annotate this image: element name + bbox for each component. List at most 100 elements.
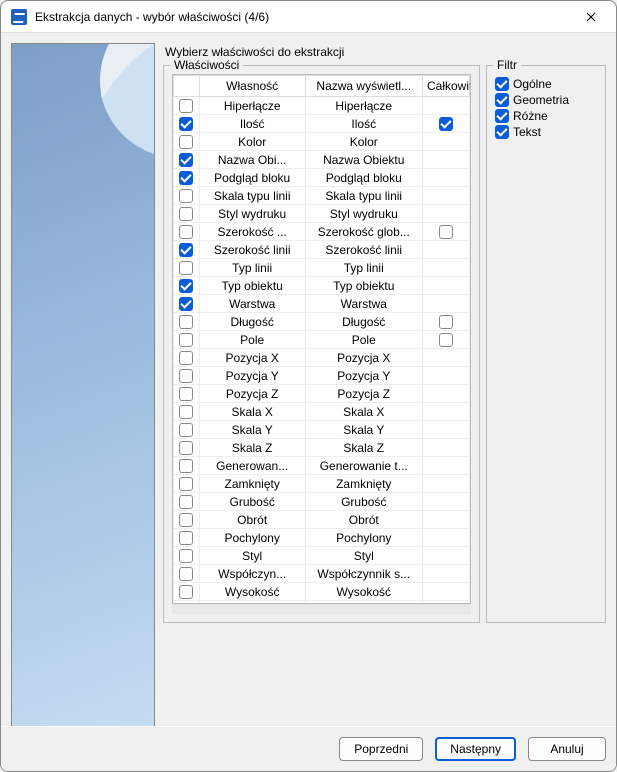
row-checkbox[interactable] xyxy=(179,513,193,527)
table-row[interactable]: Skala ZSkala Z xyxy=(174,439,470,457)
col-display[interactable]: Nazwa wyświetl... xyxy=(305,76,422,97)
row-checkbox[interactable] xyxy=(179,567,193,581)
table-row[interactable]: Skala YSkala Y xyxy=(174,421,470,439)
row-checkbox[interactable] xyxy=(179,423,193,437)
row-checkbox[interactable] xyxy=(179,153,193,167)
cell-display[interactable]: Długość xyxy=(305,313,422,331)
cell-display[interactable]: Szerokość glob... xyxy=(305,223,422,241)
row-checkbox[interactable] xyxy=(179,495,193,509)
table-row[interactable]: Skala XSkala X xyxy=(174,403,470,421)
table-row[interactable]: ObrótObrót xyxy=(174,511,470,529)
row-checkbox[interactable] xyxy=(179,207,193,221)
table-row[interactable]: Styl wydrukuStyl wydruku xyxy=(174,205,470,223)
col-checkbox[interactable] xyxy=(174,76,200,97)
row-checkbox[interactable] xyxy=(179,99,193,113)
row-checkbox[interactable] xyxy=(179,351,193,365)
horizontal-scrollbar[interactable] xyxy=(172,604,471,614)
table-row[interactable]: Typ liniiTyp linii xyxy=(174,259,470,277)
close-button[interactable] xyxy=(576,2,606,32)
cell-display[interactable]: Typ linii xyxy=(305,259,422,277)
table-row[interactable]: HiperłączeHiperłącze xyxy=(174,97,470,115)
table-row[interactable]: StylStyl xyxy=(174,547,470,565)
col-total[interactable]: Całkowity xyxy=(422,76,469,97)
cell-display[interactable]: Warstwa xyxy=(305,295,422,313)
cell-display[interactable]: Hiperłącze xyxy=(305,97,422,115)
row-checkbox[interactable] xyxy=(179,585,193,599)
row-checkbox[interactable] xyxy=(179,477,193,491)
table-row[interactable]: Współczyn...Współczynnik s... xyxy=(174,565,470,583)
row-checkbox[interactable] xyxy=(179,297,193,311)
cell-display[interactable]: Obrót xyxy=(305,511,422,529)
row-checkbox[interactable] xyxy=(179,459,193,473)
properties-table-wrap[interactable]: Własność Nazwa wyświetl... Całkowity Hip… xyxy=(172,74,471,604)
cell-display[interactable]: Pochylony xyxy=(305,529,422,547)
table-row[interactable]: PochylonyPochylony xyxy=(174,529,470,547)
cell-display[interactable]: Ilość xyxy=(305,115,422,133)
table-row[interactable]: Generowan...Generowanie t... xyxy=(174,457,470,475)
prev-button[interactable]: Poprzedni xyxy=(339,737,423,761)
filter-checkbox[interactable] xyxy=(495,93,509,107)
table-row[interactable]: Szerokość ...Szerokość glob... xyxy=(174,223,470,241)
row-checkbox[interactable] xyxy=(179,135,193,149)
cell-display[interactable]: Nazwa Obiektu xyxy=(305,151,422,169)
cell-display[interactable]: Styl xyxy=(305,547,422,565)
cell-display[interactable]: Generowanie t... xyxy=(305,457,422,475)
row-checkbox[interactable] xyxy=(179,333,193,347)
cell-display[interactable]: Podgląd bloku xyxy=(305,169,422,187)
table-row[interactable]: Pozycja YPozycja Y xyxy=(174,367,470,385)
row-checkbox[interactable] xyxy=(179,189,193,203)
filter-checkbox[interactable] xyxy=(495,125,509,139)
cell-display[interactable]: Zamknięty xyxy=(305,475,422,493)
cell-display[interactable]: Szerokość linii xyxy=(305,241,422,259)
table-row[interactable]: Podgląd blokuPodgląd bloku xyxy=(174,169,470,187)
table-row[interactable]: PolePole xyxy=(174,331,470,349)
table-row[interactable]: DługośćDługość xyxy=(174,313,470,331)
table-row[interactable]: ZamkniętyZamknięty xyxy=(174,475,470,493)
table-row[interactable]: Szerokość liniiSzerokość linii xyxy=(174,241,470,259)
total-checkbox[interactable] xyxy=(439,225,453,239)
table-row[interactable]: KolorKolor xyxy=(174,133,470,151)
total-checkbox[interactable] xyxy=(439,315,453,329)
table-row[interactable]: Skala typu liniiSkala typu linii xyxy=(174,187,470,205)
cell-display[interactable]: Wysokość xyxy=(305,583,422,601)
col-property[interactable]: Własność xyxy=(199,76,305,97)
row-checkbox[interactable] xyxy=(179,369,193,383)
filter-item[interactable]: Geometria xyxy=(495,92,597,108)
table-row[interactable]: WysokośćWysokość xyxy=(174,583,470,601)
row-checkbox[interactable] xyxy=(179,243,193,257)
row-checkbox[interactable] xyxy=(179,549,193,563)
cell-display[interactable]: Skala Y xyxy=(305,421,422,439)
cell-display[interactable]: Pozycja Z xyxy=(305,385,422,403)
row-checkbox[interactable] xyxy=(179,225,193,239)
filter-item[interactable]: Różne xyxy=(495,108,597,124)
row-checkbox[interactable] xyxy=(179,117,193,131)
table-row[interactable]: Nazwa Obi...Nazwa Obiektu xyxy=(174,151,470,169)
filter-checkbox[interactable] xyxy=(495,77,509,91)
row-checkbox[interactable] xyxy=(179,405,193,419)
row-checkbox[interactable] xyxy=(179,279,193,293)
cell-display[interactable]: Typ obiektu xyxy=(305,277,422,295)
table-row[interactable]: WarstwaWarstwa xyxy=(174,295,470,313)
cancel-button[interactable]: Anuluj xyxy=(528,737,606,761)
cell-display[interactable]: Kolor xyxy=(305,133,422,151)
table-row[interactable]: Pozycja XPozycja X xyxy=(174,349,470,367)
filter-item[interactable]: Tekst xyxy=(495,124,597,140)
table-row[interactable]: IlośćIlość xyxy=(174,115,470,133)
cell-display[interactable]: Styl wydruku xyxy=(305,205,422,223)
cell-display[interactable]: Grubość xyxy=(305,493,422,511)
cell-display[interactable]: Skala X xyxy=(305,403,422,421)
row-checkbox[interactable] xyxy=(179,261,193,275)
cell-display[interactable]: Współczynnik s... xyxy=(305,565,422,583)
cell-display[interactable]: Pole xyxy=(305,331,422,349)
filter-checkbox[interactable] xyxy=(495,109,509,123)
row-checkbox[interactable] xyxy=(179,171,193,185)
next-button[interactable]: Następny xyxy=(435,737,516,761)
row-checkbox[interactable] xyxy=(179,315,193,329)
row-checkbox[interactable] xyxy=(179,441,193,455)
table-row[interactable]: Pozycja ZPozycja Z xyxy=(174,385,470,403)
filter-item[interactable]: Ogólne xyxy=(495,76,597,92)
row-checkbox[interactable] xyxy=(179,387,193,401)
total-checkbox[interactable] xyxy=(439,117,453,131)
cell-display[interactable]: Pozycja X xyxy=(305,349,422,367)
total-checkbox[interactable] xyxy=(439,333,453,347)
